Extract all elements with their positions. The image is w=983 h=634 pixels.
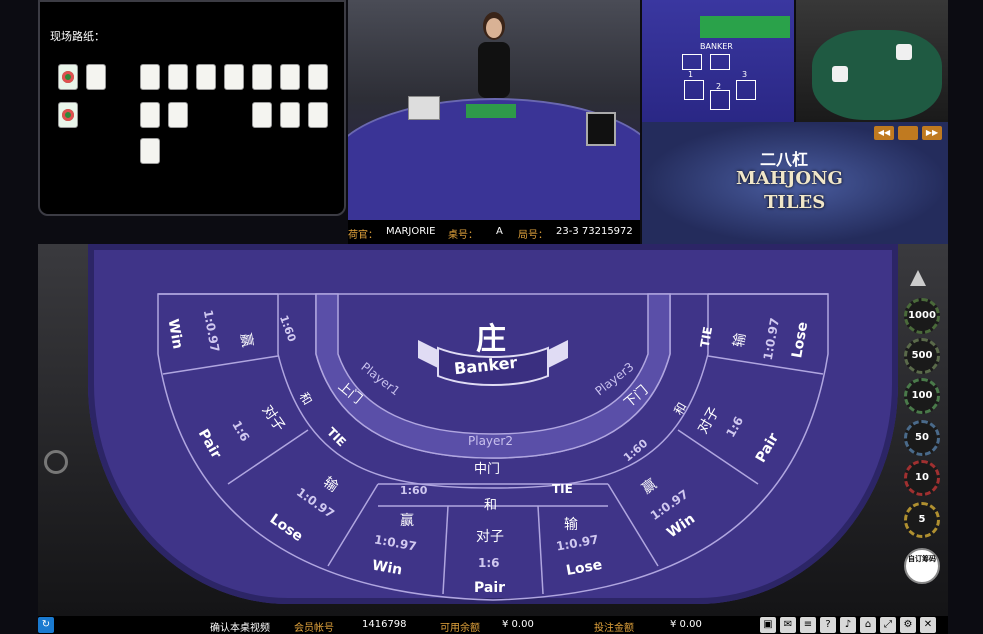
dealer-figure (478, 12, 510, 98)
roadmap-panel: 现场路纸： (38, 0, 346, 216)
bet-label: 投注金额 (594, 623, 634, 634)
roadmap-tile (280, 102, 300, 128)
dice-camera (796, 0, 948, 122)
roadmap-tile (196, 64, 216, 90)
member-label: 会员帐号 (294, 623, 334, 634)
spot-3: 3 (742, 70, 748, 79)
camera-tiles (700, 16, 790, 38)
camera-spot-box (736, 80, 756, 100)
bet-value: ¥ 0.00 (670, 619, 702, 630)
chip-100[interactable]: 100 (904, 378, 940, 414)
p2-pair-odds: 1:6 (478, 556, 500, 570)
chip-5[interactable]: 5 (904, 502, 940, 538)
settings-icon[interactable]: ⚙ (900, 617, 916, 633)
roadmap-tile (168, 102, 188, 128)
p2-pair-en[interactable]: Pair (474, 580, 505, 596)
roadmap-tile (308, 102, 328, 128)
roadmap-tile (224, 64, 244, 90)
roadmap-tile (168, 64, 188, 90)
camera-banker-label: BANKER (700, 42, 733, 51)
roadmap-tile (86, 64, 106, 90)
banker-cn: 庄 (476, 322, 506, 357)
roadmap-tile (308, 64, 328, 90)
game-logo-panel: ◀◀ ▶▶ 二八杠 MAHJONG TILES (642, 122, 948, 244)
p2-tie-odds: 1:60 (400, 484, 428, 497)
camera-spot-box (684, 80, 704, 100)
member-value: 1416798 (362, 619, 407, 630)
player2-cn[interactable]: 中门 (474, 458, 500, 477)
collapse-arrow-icon[interactable] (910, 270, 926, 286)
betting-table: 庄 Banker Player1 上门 Player2 中门 Player3 下… (38, 244, 948, 616)
live-video (348, 0, 640, 220)
logo-en-1: MAHJONG (736, 168, 843, 189)
round-label: 局号： (518, 230, 548, 241)
roadmap-tile (252, 102, 272, 128)
dealer-label: 荷官： (348, 230, 378, 241)
custom-chip-button[interactable]: 自订筹码 (904, 548, 940, 584)
roadmap-title: 现场路纸： (50, 30, 105, 43)
round-value: 23-3 73215972 (556, 226, 633, 237)
roadmap-tile (58, 64, 78, 90)
fullscreen-icon[interactable]: ⤢ (880, 617, 896, 633)
camera-spot-box (710, 54, 730, 70)
dealer-name: MARJORIE (386, 226, 436, 237)
chip-10[interactable]: 10 (904, 460, 940, 496)
exit-icon[interactable]: ✕ (920, 617, 936, 633)
rail-knob (44, 450, 68, 474)
roadmap-tile (140, 64, 160, 90)
lobby-icon[interactable]: ⌂ (860, 617, 876, 633)
logo-en-2: TILES (764, 192, 826, 213)
camera-spot-box (710, 90, 730, 110)
die (896, 44, 912, 60)
sound-icon[interactable]: ♪ (840, 617, 856, 633)
roadmap-tile (280, 64, 300, 90)
table-value: A (496, 226, 503, 237)
p2-tie-en[interactable]: TIE (552, 482, 573, 496)
roadmap-tile (140, 102, 160, 128)
video-tiles (466, 104, 516, 118)
roadmap-tile (252, 64, 272, 90)
roadmap-tile (140, 138, 160, 164)
logo-cn: 二八杠 (760, 150, 809, 169)
balance-label: 可用余额 (440, 623, 480, 634)
table-label: 桌号： (448, 230, 478, 241)
spot-2: 2 (716, 82, 722, 91)
history-icon[interactable]: ≡ (800, 617, 816, 633)
balance-value: ¥ 0.00 (502, 619, 534, 630)
forward-icon[interactable]: ▶▶ (922, 126, 942, 140)
player2-en[interactable]: Player2 (468, 434, 513, 448)
confirm-text[interactable]: 确认本桌视频 (210, 619, 270, 634)
dealer-info-bar: 荷官： MARJORIE 桌号： A 局号： 23-3 73215972 (348, 220, 640, 244)
tiles-camera: BANKER 1 2 3 (642, 0, 794, 122)
p2-tie-cn: 和 (484, 498, 498, 513)
video-shoe (408, 96, 440, 120)
rewind-icon[interactable]: ◀◀ (874, 126, 894, 140)
chip-50[interactable]: 50 (904, 420, 940, 456)
status-bar: ↻ 确认本桌视频 会员帐号 1416798 可用余额 ¥ 0.00 投注金额 ¥… (38, 616, 948, 634)
p2-pair-cn: 对子 (476, 529, 504, 545)
p2-win-cn: 赢 (400, 513, 414, 529)
chat-icon[interactable]: ✉ (780, 617, 796, 633)
die (832, 66, 848, 82)
spot-1: 1 (688, 70, 694, 79)
roadmap-tile (58, 102, 78, 128)
roadmap-board (50, 50, 334, 210)
rules-icon[interactable]: ? (820, 617, 836, 633)
refresh-icon[interactable]: ↻ (38, 617, 54, 633)
chip-500[interactable]: 500 (904, 338, 940, 374)
p2-lose-cn: 输 (564, 517, 578, 533)
video-monitor (586, 112, 616, 146)
chip-1000[interactable]: 1000 (904, 298, 940, 334)
camera-spot-box (682, 54, 702, 70)
video-icon[interactable]: ▣ (760, 617, 776, 633)
screen-icon[interactable] (898, 126, 918, 140)
